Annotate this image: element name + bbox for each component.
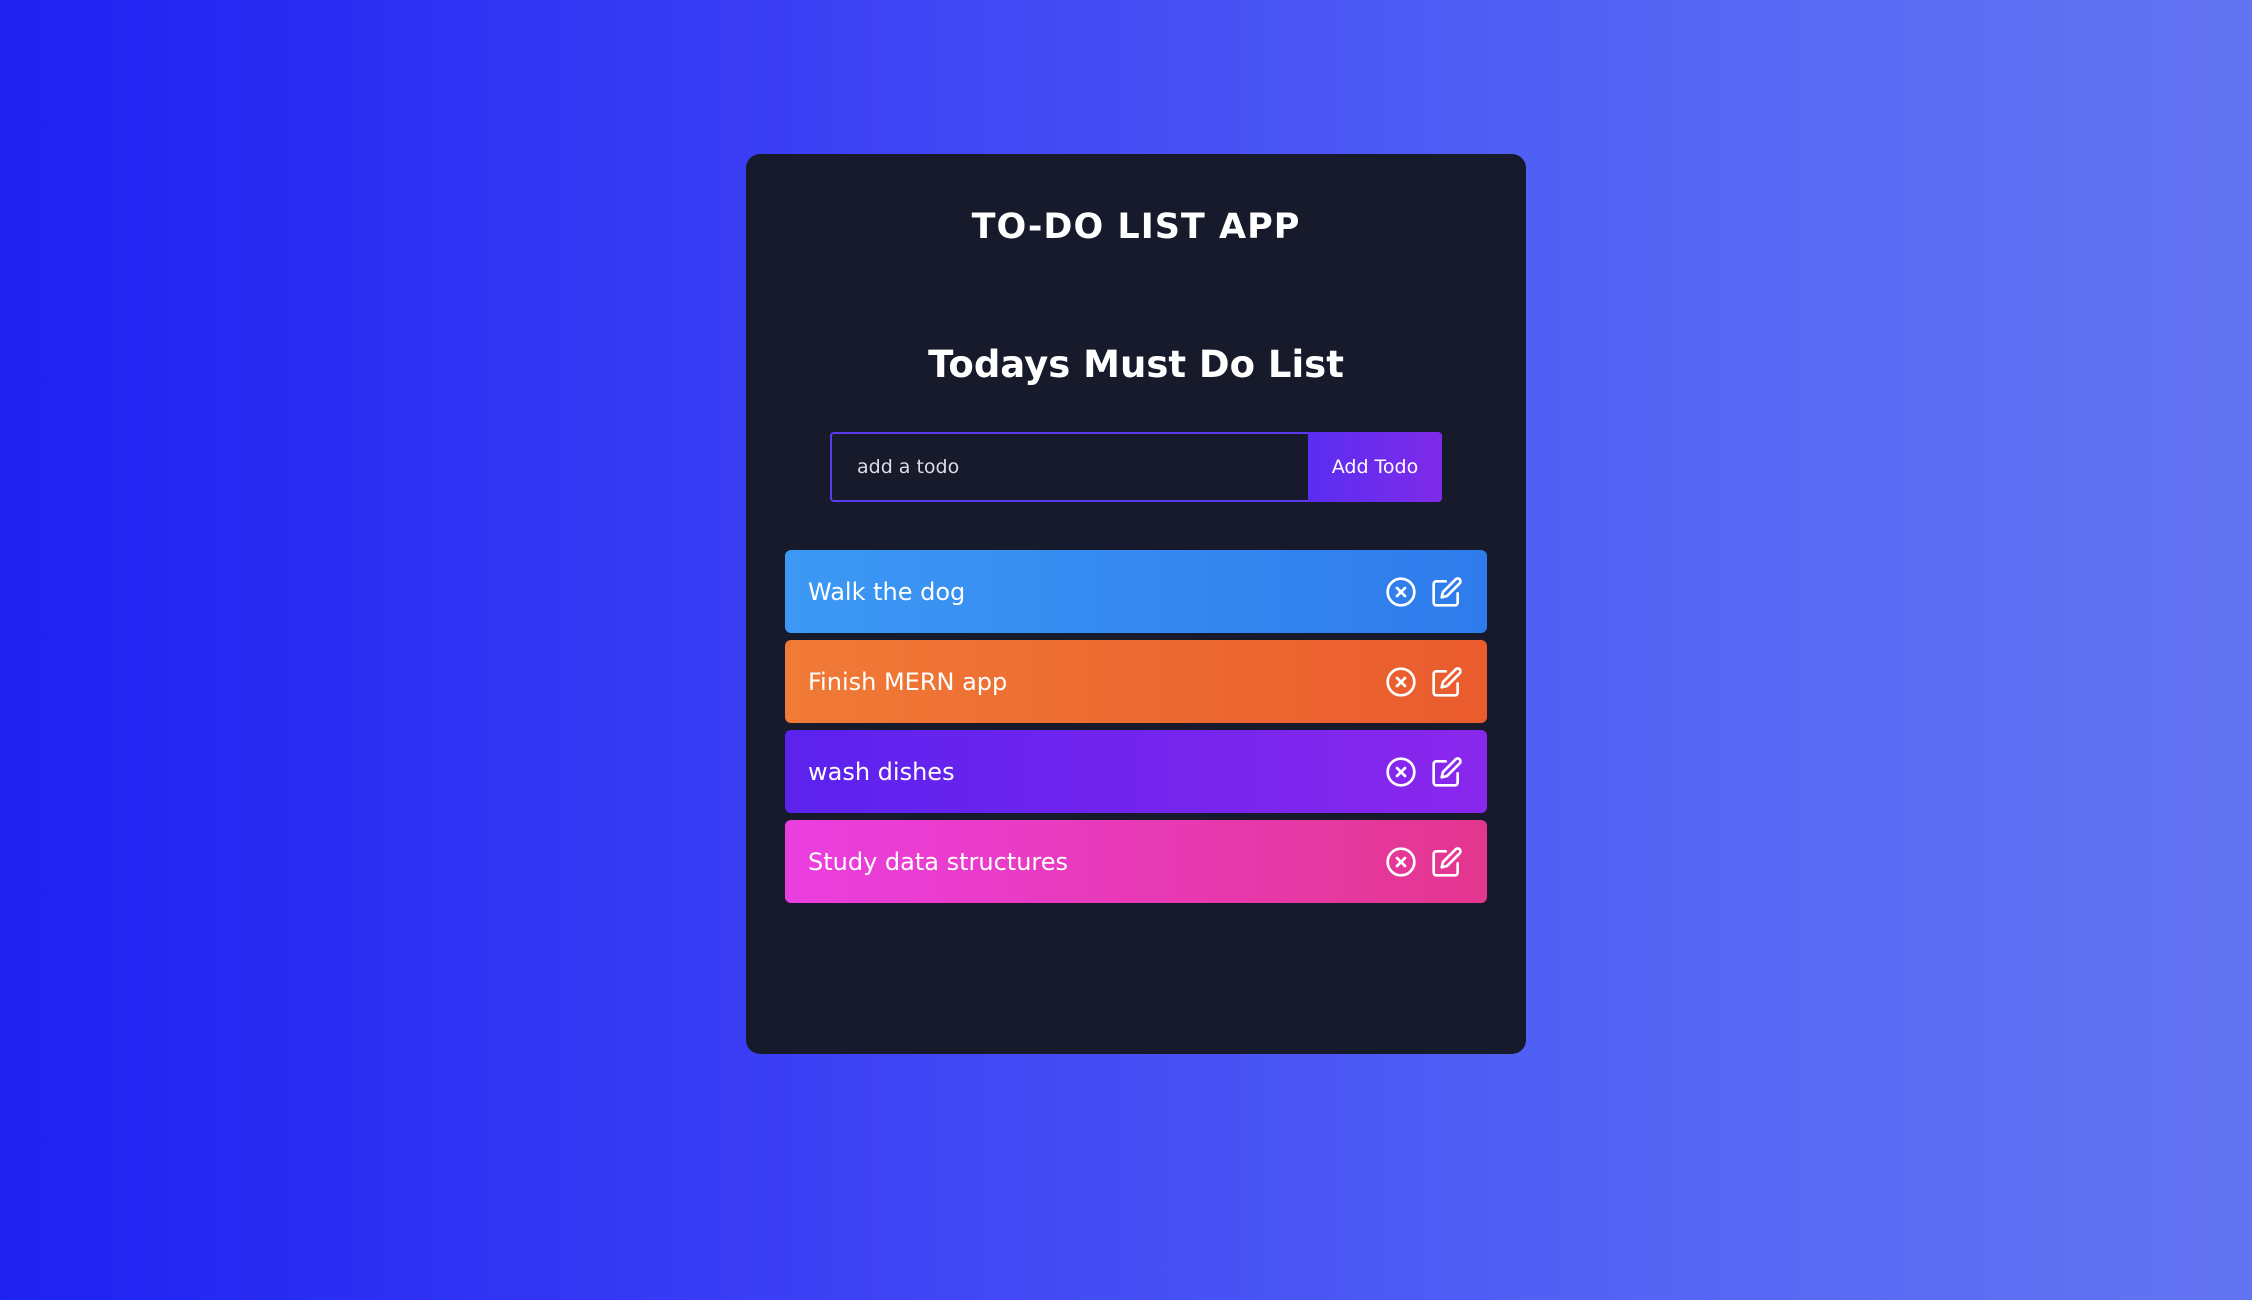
edit-icon[interactable] — [1431, 846, 1463, 878]
todo-input[interactable] — [830, 432, 1308, 502]
todo-item-text: Finish MERN app — [808, 667, 1008, 696]
todo-item-text: Study data structures — [808, 847, 1069, 876]
add-todo-button[interactable]: Add Todo — [1308, 432, 1442, 502]
todo-item-actions — [1385, 576, 1463, 608]
todo-list: Walk the dog Finish MERN app wash dishes… — [785, 550, 1487, 903]
todo-item-text: wash dishes — [808, 757, 955, 786]
todo-item: wash dishes — [785, 730, 1487, 813]
todo-item: Walk the dog — [785, 550, 1487, 633]
close-circle-icon[interactable] — [1385, 576, 1417, 608]
todo-item: Finish MERN app — [785, 640, 1487, 723]
close-circle-icon[interactable] — [1385, 846, 1417, 878]
close-circle-icon[interactable] — [1385, 666, 1417, 698]
todo-item-actions — [1385, 756, 1463, 788]
edit-icon[interactable] — [1431, 666, 1463, 698]
app-title: TO-DO LIST APP — [971, 207, 1301, 247]
todo-form: Add Todo — [830, 432, 1442, 502]
list-heading: Todays Must Do List — [928, 343, 1344, 386]
todo-item-actions — [1385, 846, 1463, 878]
edit-icon[interactable] — [1431, 576, 1463, 608]
edit-icon[interactable] — [1431, 756, 1463, 788]
todo-card: TO-DO LIST APP Todays Must Do List Add T… — [746, 154, 1526, 1054]
todo-item: Study data structures — [785, 820, 1487, 903]
todo-item-text: Walk the dog — [808, 577, 966, 606]
todo-item-actions — [1385, 666, 1463, 698]
close-circle-icon[interactable] — [1385, 756, 1417, 788]
